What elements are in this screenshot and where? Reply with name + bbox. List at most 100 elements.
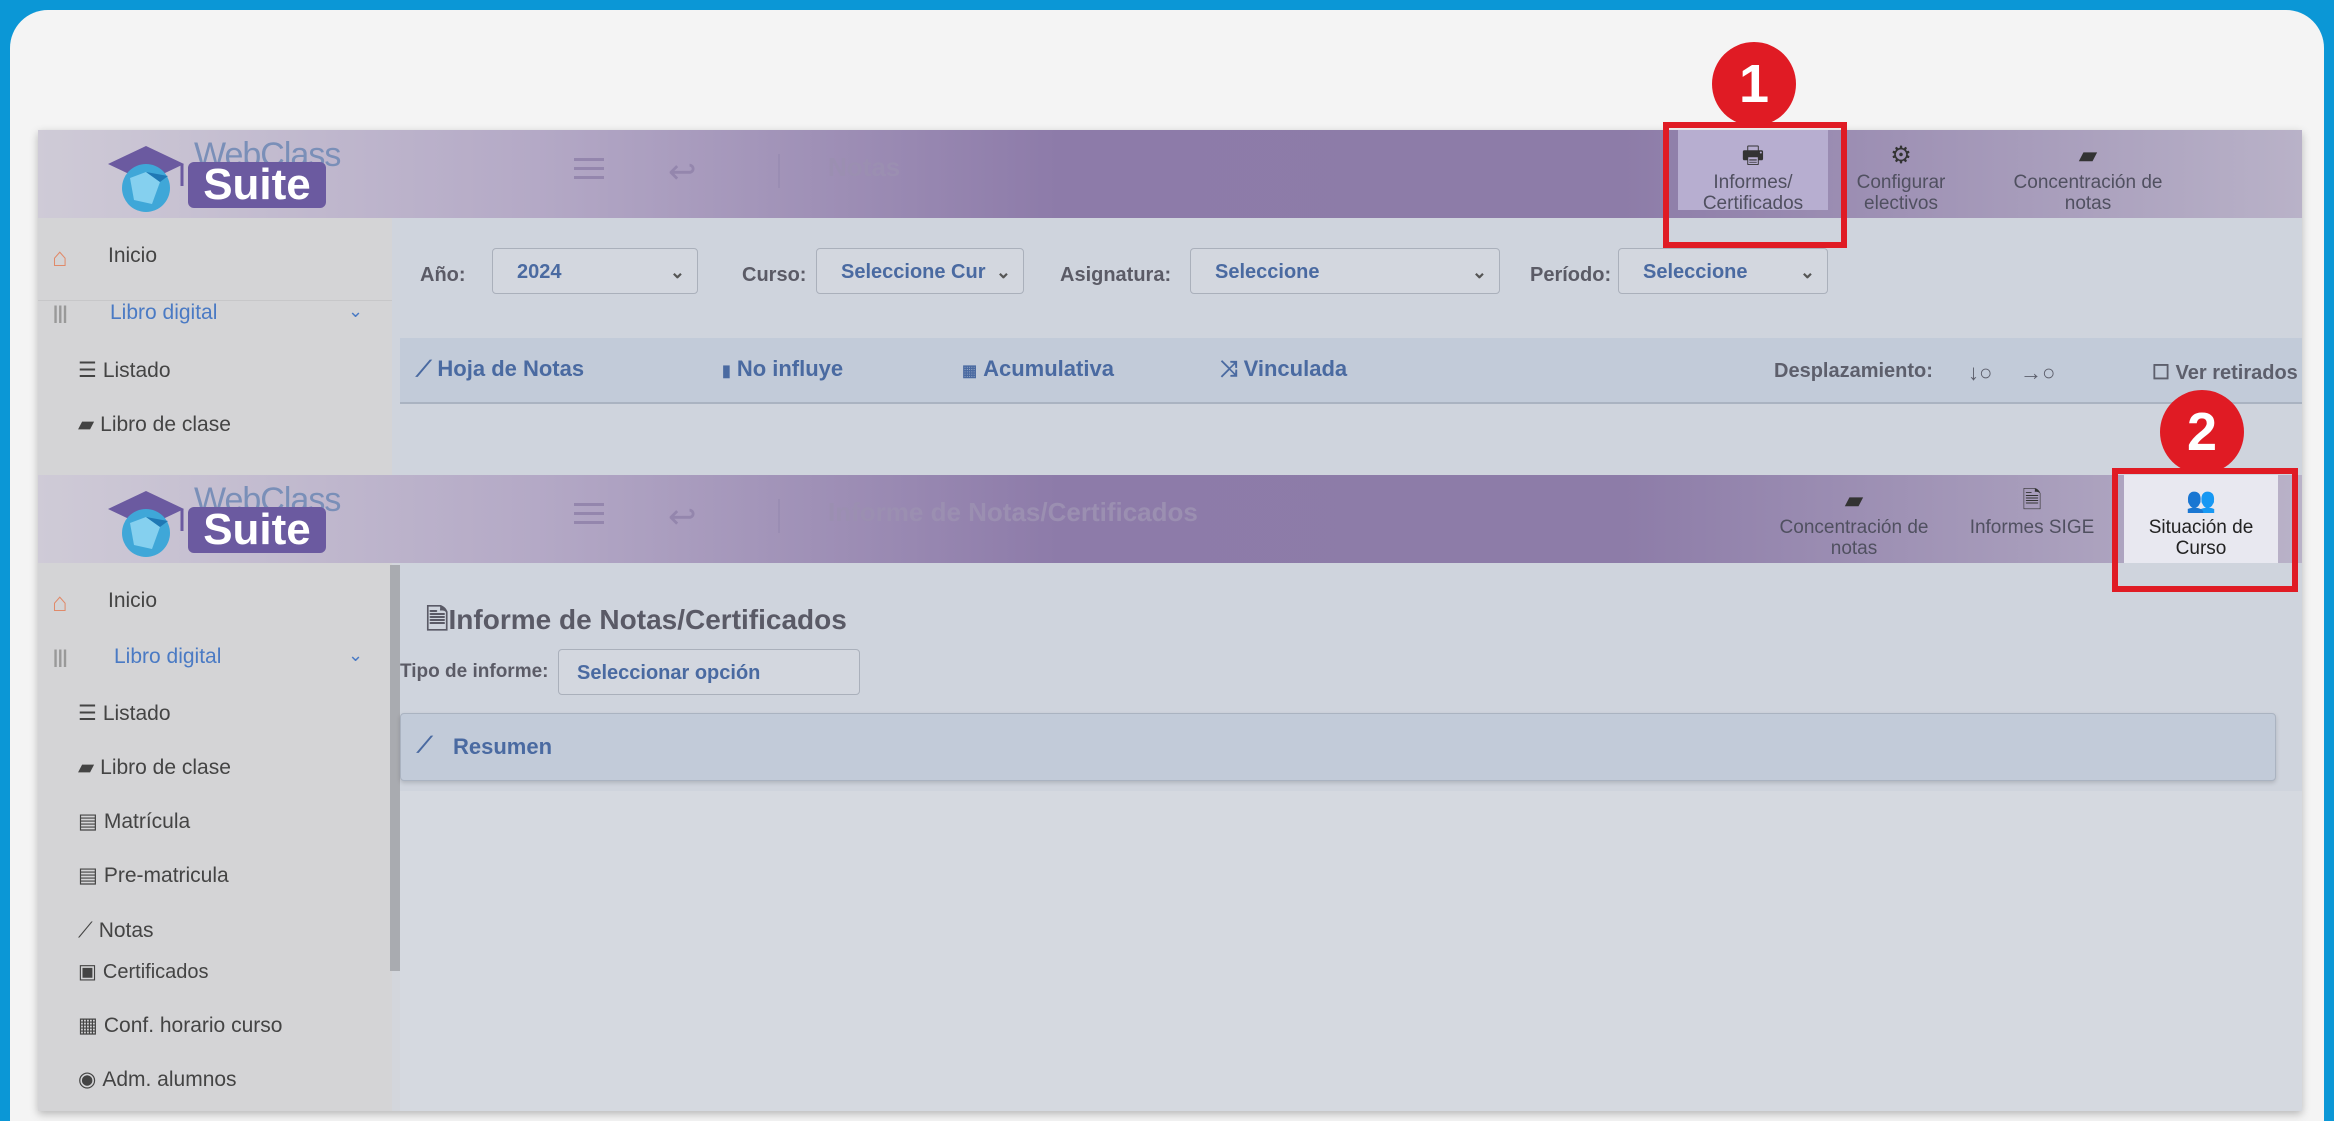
periodo-label: Período: xyxy=(1530,264,1612,286)
back-icon[interactable]: ↩ xyxy=(668,497,697,537)
arrow-down-radio[interactable]: ↓○ xyxy=(1968,360,1992,386)
periodo-select[interactable]: Seleccione ⌄ xyxy=(1618,248,1828,294)
book-icon: ▰ xyxy=(1844,487,1864,514)
button-label: Configurar xyxy=(1856,172,1946,193)
configurar-electivos-button[interactable]: ⚙ Configurar electivos xyxy=(1846,140,1956,214)
arrow-right-radio[interactable]: →○ xyxy=(2020,360,2055,386)
select-value: Seleccione xyxy=(1643,261,1748,283)
checkbox-icon: ☐ xyxy=(2152,362,2176,384)
sidebar-item-label: Adm. alumnos xyxy=(102,1068,237,1091)
select-value: Seleccione Cur xyxy=(841,261,986,283)
sidebar-item-label: Libro digital xyxy=(114,645,222,668)
chevron-down-icon: ⌄ xyxy=(1471,262,1487,282)
ver-retirados-checkbox[interactable]: ☐ Ver retirados xyxy=(2152,360,2298,385)
tab-label: Hoja de Notas xyxy=(437,356,585,381)
button-label: Informes SIGE xyxy=(1969,517,2095,538)
sidebar-item-libro-digital[interactable]: Ⅲ Libro digital ⌄ xyxy=(38,300,392,329)
sidebar-item-notas[interactable]: ⟋ Notas xyxy=(78,919,154,943)
sidebar-item-label: Pre-matricula xyxy=(103,864,229,887)
button-label: Concentración de xyxy=(1779,517,1929,538)
sidebar-item-pre-matricula[interactable]: ▤ Pre-matricula xyxy=(78,863,229,888)
main-content: Año: 2024 ⌄ Curso: Seleccione Cur ⌄ Asigna… xyxy=(392,218,2302,475)
chevron-down-icon: ⌄ xyxy=(348,301,364,321)
tab-acumulativa[interactable]: ▦ Acumulativa xyxy=(962,356,1114,382)
sidebar-item-libro-de-clase[interactable]: ▰ Libro de clase xyxy=(78,412,231,437)
list-icon: ☰ xyxy=(78,359,97,382)
step-marker-1: 1 xyxy=(1712,42,1796,126)
webclass-logo[interactable]: WebClass Suite xyxy=(100,477,341,561)
sidebar-item-adm-alumnos[interactable]: ◉ Adm. alumnos xyxy=(78,1067,237,1092)
tab-bar: ⟋ Hoja de Notas ▮ No influye ▦ Acumulativa … xyxy=(400,338,2302,404)
curso-label: Curso: xyxy=(742,264,807,286)
checkbox-label: Ver retirados xyxy=(2175,362,2298,384)
id-card-icon: ▤ xyxy=(78,864,98,887)
tab-label: Vinculada xyxy=(1243,356,1348,381)
curso-select[interactable]: Seleccione Cur ⌄ xyxy=(816,248,1024,294)
screenshot-frame: WebClass Suite ↩ Notas 🖶 Informes/ Certi… xyxy=(38,130,2302,1111)
sidebar: ⌂ Inicio Ⅲ Libro digital ⌄ ☰ Listado ▰ Lib… xyxy=(38,218,392,475)
informes-sige-button[interactable]: 🗎 Informes SIGE xyxy=(1962,485,2102,538)
tutorial-card: WebClass Suite ↩ Notas 🖶 Informes/ Certi… xyxy=(10,10,2324,1121)
list-icon: ☰ xyxy=(78,702,97,725)
sidebar-item-label: Listado xyxy=(102,702,171,725)
tab-hoja-de-notas[interactable]: ⟋ Hoja de Notas xyxy=(416,356,584,382)
highlight-box-2 xyxy=(2112,468,2298,592)
sidebar-item-libro-de-clase[interactable]: ▰ Libro de clase xyxy=(78,755,231,780)
chevron-down-icon: ⌄ xyxy=(1799,262,1815,282)
resumen-panel[interactable]: ⟋ Resumen xyxy=(400,713,2276,781)
sidebar-item-matricula[interactable]: ▤ Matrícula xyxy=(78,809,190,834)
tab-label: Acumulativa xyxy=(983,356,1114,381)
select-value: Seleccione xyxy=(1215,261,1320,283)
button-label: notas xyxy=(2064,193,2112,214)
sidebar-item-listado[interactable]: ☰ Listado xyxy=(78,358,171,383)
asignatura-select[interactable]: Seleccione ⌄ xyxy=(1190,248,1500,294)
main-content: 🗎Informe de Notas/Certificados Tipo de i… xyxy=(400,563,2302,1111)
content-area xyxy=(400,791,2302,1111)
tab-no-influye[interactable]: ▮ No influye xyxy=(722,356,843,382)
user-icon: ◉ xyxy=(78,1068,97,1091)
book-icon: ▰ xyxy=(78,756,95,779)
webclass-logo[interactable]: WebClass Suite xyxy=(100,132,341,216)
select-value: Seleccionar opción xyxy=(577,662,761,684)
sidebar-item-label: Notas xyxy=(98,919,154,942)
calendar-icon: ▦ xyxy=(78,1014,98,1037)
button-label: electivos xyxy=(1864,193,1938,214)
sidebar-item-label: Inicio xyxy=(108,589,158,612)
top-bar: WebClass Suite ↩ Notas 🖶 Informes/ Certi… xyxy=(38,130,2302,218)
sidebar-item-conf-horario[interactable]: ▦ Conf. horario curso xyxy=(78,1013,282,1038)
menu-icon[interactable] xyxy=(574,503,604,529)
step-marker-2: 2 xyxy=(2160,390,2244,474)
stacked-chart-icon: ▦ xyxy=(962,363,978,380)
id-card-icon: ▤ xyxy=(78,810,98,833)
chart-line-icon: ⟋ xyxy=(78,919,93,942)
button-label: notas xyxy=(1830,538,1878,559)
tab-vinculada[interactable]: ⤨ Vinculada xyxy=(1220,356,1347,382)
ano-label: Año: xyxy=(420,264,466,286)
divider xyxy=(778,499,780,533)
sidebar-scrollbar[interactable] xyxy=(390,565,400,971)
tab-label: No influye xyxy=(736,356,844,381)
chevron-down-icon: ⌄ xyxy=(669,262,685,282)
logo-emblem-icon xyxy=(108,146,184,212)
back-icon[interactable]: ↩ xyxy=(668,152,697,192)
concentracion-notas-button[interactable]: ▰ Concentración de notas xyxy=(1998,140,2178,214)
sidebar: ⌂ Inicio Ⅲ Libro digital ⌄ ☰ Listado ▰ Lib… xyxy=(38,563,392,1111)
asignatura-label: Asignatura: xyxy=(1060,264,1172,286)
ano-select[interactable]: 2024 ⌄ xyxy=(492,248,698,294)
sidebar-item-label: Inicio xyxy=(108,244,158,267)
sidebar-item-label: Libro de clase xyxy=(100,756,231,779)
page-title: Informe de Notas/Certificados xyxy=(828,497,1198,527)
divider xyxy=(778,154,780,188)
library-icon: Ⅲ xyxy=(52,302,69,329)
bar-chart-icon: ▮ xyxy=(722,363,731,380)
logo-text-suite: Suite xyxy=(188,162,326,208)
notas-panel: WebClass Suite ↩ Notas 🖶 Informes/ Certi… xyxy=(38,130,2302,475)
document-icon: 🗎 xyxy=(2022,487,2042,514)
tipo-informe-select[interactable]: Seleccionar opción xyxy=(558,649,860,695)
sidebar-item-label: Matrícula xyxy=(103,810,191,833)
menu-icon[interactable] xyxy=(574,158,604,184)
home-icon: ⌂ xyxy=(52,242,68,272)
concentracion-notas-button[interactable]: ▰ Concentración de notas xyxy=(1766,485,1942,559)
sidebar-item-listado[interactable]: ☰ Listado xyxy=(78,701,171,726)
sidebar-item-certificados[interactable]: ▣ Certificados xyxy=(78,959,209,984)
